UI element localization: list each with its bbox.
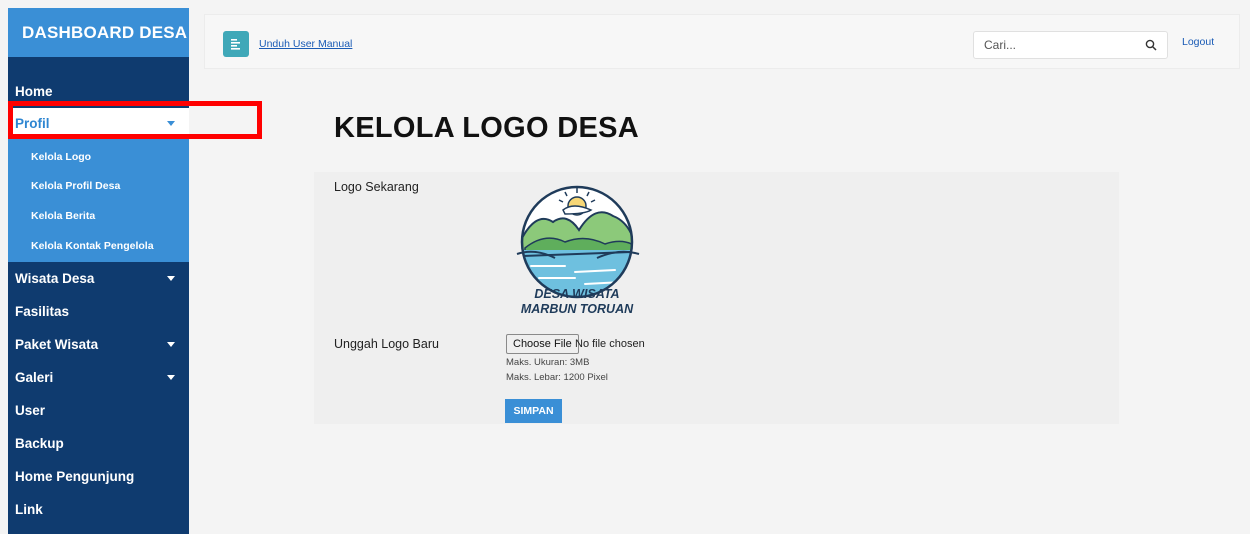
sidebar: DASHBOARD DESA Home Profil Kelola Logo K… — [8, 8, 189, 534]
highlight-box — [8, 101, 262, 139]
logo-form-panel — [314, 172, 1119, 424]
file-status-text: No file chosen — [575, 338, 645, 350]
max-size-hint: Maks. Ukuran: 3MB — [506, 357, 590, 368]
sidebar-item-label: Wisata Desa — [15, 271, 95, 287]
caret-down-icon — [167, 375, 175, 381]
page-title: KELOLA LOGO DESA — [334, 112, 640, 144]
max-width-hint: Maks. Lebar: 1200 Pixel — [506, 372, 608, 383]
current-logo-label: Logo Sekarang — [334, 180, 419, 194]
sidebar-item-label: Link — [15, 502, 43, 518]
sidebar-item-wisata-desa[interactable]: Wisata Desa — [8, 262, 189, 295]
sidebar-item-label: Home Pengunjung — [15, 469, 135, 485]
search-icon[interactable] — [1143, 37, 1159, 53]
sidebar-item-label: User — [15, 403, 46, 419]
upload-logo-label: Unggah Logo Baru — [334, 337, 439, 351]
search-input[interactable] — [984, 38, 1134, 52]
top-bar: Unduh User Manual Logout — [204, 14, 1240, 69]
profil-submenu: Kelola Logo Kelola Profil Desa Kelola Be… — [8, 139, 189, 263]
document-icon — [231, 39, 240, 50]
logout-link[interactable]: Logout — [1182, 36, 1214, 48]
sidebar-item-label: Paket Wisata — [15, 337, 99, 353]
manual-button[interactable] — [223, 31, 249, 57]
sidebar-item-label: Fasilitas — [15, 304, 70, 320]
logo-text-line1: DESA WISATA — [534, 287, 619, 301]
choose-file-button[interactable]: Choose File — [506, 334, 579, 354]
search-box — [973, 31, 1168, 59]
sidebar-item-fasilitas[interactable]: Fasilitas — [8, 295, 189, 328]
village-logo: DESA WISATA MARBUN TORUAN — [516, 185, 640, 316]
submenu-item-kelola-profil-desa[interactable]: Kelola Profil Desa — [8, 172, 189, 202]
sidebar-item-paket-wisata[interactable]: Paket Wisata — [8, 328, 189, 361]
sidebar-item-link[interactable]: Link — [8, 493, 189, 526]
caret-down-icon — [167, 276, 175, 282]
sidebar-item-label: Backup — [15, 436, 64, 452]
caret-down-icon — [167, 342, 175, 348]
sidebar-item-user[interactable]: User — [8, 394, 189, 427]
sidebar-item-label: Galeri — [15, 370, 54, 386]
logo-text-line2: MARBUN TORUAN — [521, 302, 634, 316]
sidebar-item-home-pengunjung[interactable]: Home Pengunjung — [8, 460, 189, 493]
submenu-item-kelola-kontak-pengelola[interactable]: Kelola Kontak Pengelola — [8, 231, 189, 261]
sidebar-item-backup[interactable]: Backup — [8, 427, 189, 460]
user-manual-link[interactable]: Unduh User Manual — [259, 38, 352, 50]
sidebar-item-label: Home — [15, 84, 53, 99]
sidebar-item-galeri[interactable]: Galeri — [8, 361, 189, 394]
brand-title: DASHBOARD DESA — [8, 8, 189, 57]
app-window: DASHBOARD DESA Home Profil Kelola Logo K… — [0, 0, 1250, 534]
save-button[interactable]: SIMPAN — [505, 399, 562, 423]
submenu-item-kelola-berita[interactable]: Kelola Berita — [8, 201, 189, 231]
submenu-item-kelola-logo[interactable]: Kelola Logo — [8, 142, 189, 172]
